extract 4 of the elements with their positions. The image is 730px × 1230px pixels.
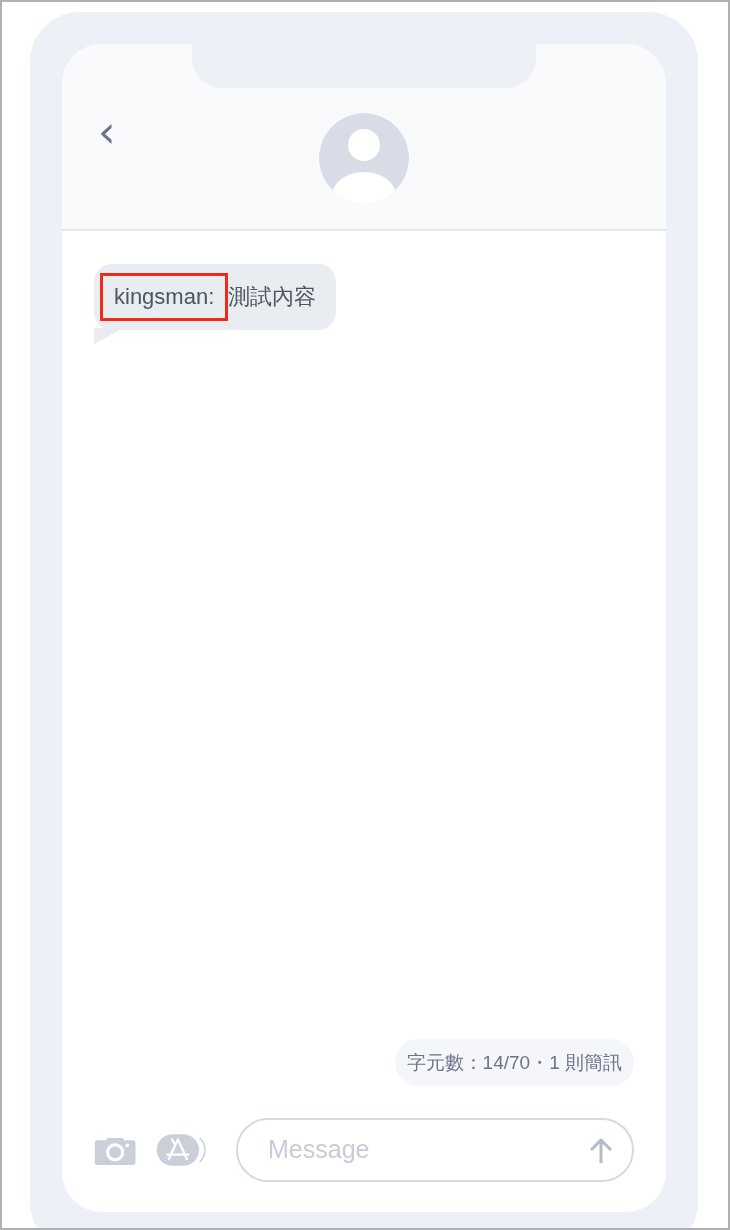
character-counter: 字元數：14/70・1 則簡訊 — [394, 1039, 634, 1086]
sender-name: kingsman: — [100, 273, 229, 321]
message-text: 測試內容 — [228, 283, 317, 311]
back-button[interactable]: ‹ — [98, 110, 116, 154]
